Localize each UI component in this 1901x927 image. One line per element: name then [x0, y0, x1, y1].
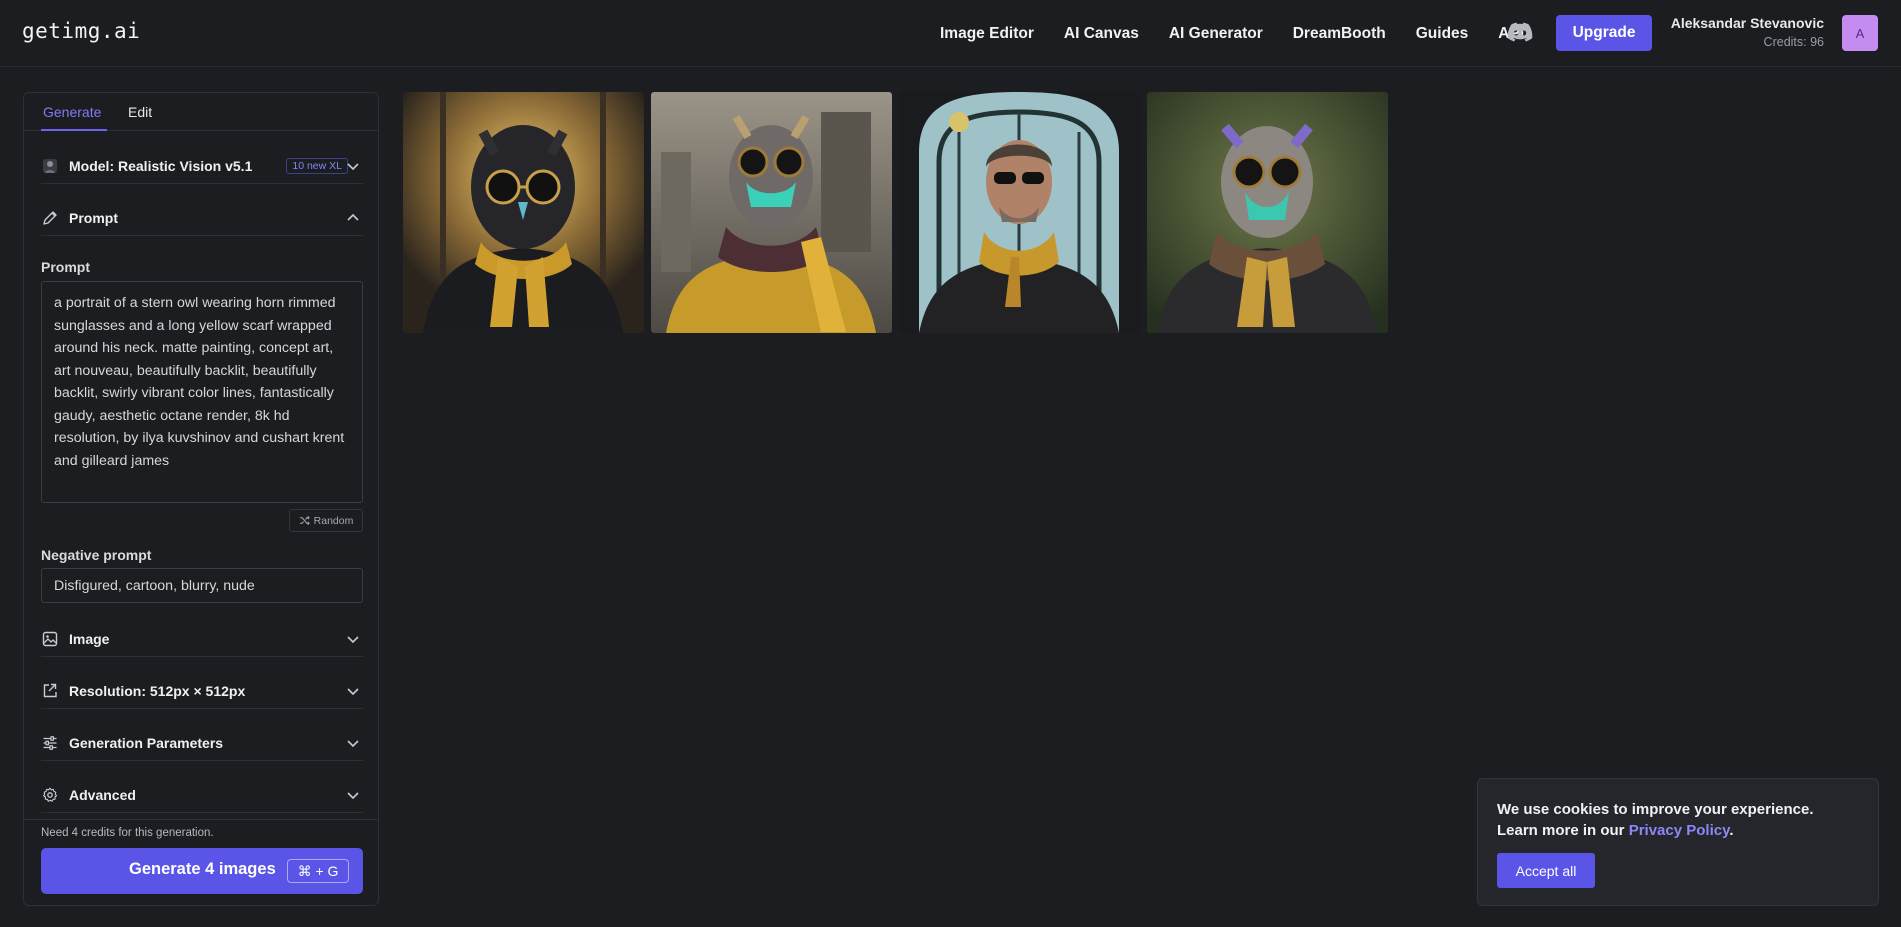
new-models-badge: 10 new XL [286, 157, 348, 174]
tab-edit[interactable]: Edit [128, 104, 152, 120]
prompt-label: Prompt [41, 259, 90, 275]
image-icon [41, 630, 59, 648]
model-label: Model: Realistic Vision v5.1 [69, 157, 253, 174]
generation-params-header[interactable]: Generation Parameters [41, 725, 363, 761]
prompt-textarea[interactable]: a portrait of a stern owl wearing horn r… [41, 281, 363, 503]
panel-tabs: Generate Edit [24, 93, 378, 131]
generated-image-2[interactable] [651, 92, 892, 333]
generated-image-3[interactable] [899, 92, 1140, 333]
tab-generate[interactable]: Generate [40, 104, 108, 131]
chevron-down-icon [347, 636, 359, 644]
nav-image-editor[interactable]: Image Editor [940, 25, 1034, 43]
image-section-title: Image [69, 630, 110, 647]
chevron-down-icon [347, 163, 359, 171]
nav-dreambooth[interactable]: DreamBooth [1293, 25, 1386, 43]
random-label: Random [313, 514, 354, 527]
chevron-down-icon [347, 688, 359, 696]
cookie-text-end: . [1729, 822, 1734, 839]
generate-button[interactable]: Generate 4 images ⌘ + G [41, 848, 363, 894]
cookie-banner: We use cookies to improve your experienc… [1477, 778, 1879, 906]
nav-ai-generator[interactable]: AI Generator [1169, 25, 1263, 43]
main-nav: Image Editor AI Canvas AI Generator Drea… [940, 0, 1554, 67]
privacy-policy-link[interactable]: Privacy Policy [1629, 822, 1730, 839]
pencil-icon [41, 209, 59, 227]
generated-image-4[interactable] [1147, 92, 1388, 333]
generation-params-title: Generation Parameters [69, 734, 224, 751]
discord-icon[interactable] [1507, 22, 1533, 44]
prompt-section-title: Prompt [69, 209, 118, 226]
advanced-section-title: Advanced [69, 786, 136, 803]
accept-cookies-button[interactable]: Accept all [1497, 853, 1595, 888]
generation-panel: Generate Edit Model: Realistic Vision v5… [23, 92, 379, 906]
model-thumbnail-icon [41, 157, 59, 175]
logo[interactable]: getimg.ai [22, 19, 140, 43]
resolution-section-title: Resolution: 512px × 512px [69, 682, 246, 699]
random-prompt-button[interactable]: Random [289, 509, 363, 532]
resize-icon [41, 682, 59, 700]
resolution-section-header[interactable]: Resolution: 512px × 512px [41, 673, 363, 709]
prompt-section-header[interactable]: Prompt [41, 200, 363, 236]
model-selector[interactable]: Model: Realistic Vision v5.1 10 new XL [41, 148, 363, 184]
sliders-icon [41, 734, 59, 752]
negative-prompt-label: Negative prompt [41, 547, 152, 563]
chevron-down-icon [347, 792, 359, 800]
gear-icon [41, 786, 59, 804]
cookie-message: We use cookies to improve your experienc… [1497, 799, 1857, 841]
upgrade-button[interactable]: Upgrade [1556, 15, 1652, 51]
negative-prompt-input[interactable]: Disfigured, cartoon, blurry, nude [41, 568, 363, 603]
chevron-down-icon [347, 740, 359, 748]
nav-ai-canvas[interactable]: AI Canvas [1064, 25, 1139, 43]
keyboard-shortcut: ⌘ + G [287, 859, 349, 883]
user-info[interactable]: Aleksandar Stevanovic Credits: 96 [1671, 15, 1824, 49]
advanced-section-header[interactable]: Advanced [41, 777, 363, 813]
credits-count: Credits: 96 [1763, 35, 1824, 49]
top-navbar: getimg.ai Image Editor AI Canvas AI Gene… [0, 0, 1901, 67]
generated-images-grid [403, 92, 1388, 333]
generate-label: Generate 4 images [129, 860, 276, 878]
shuffle-icon [299, 516, 310, 525]
user-name: Aleksandar Stevanovic [1670, 15, 1824, 31]
generated-image-1[interactable] [403, 92, 644, 333]
footer-divider [24, 819, 378, 820]
image-section-header[interactable]: Image [41, 621, 363, 657]
credits-required-note: Need 4 credits for this generation. [41, 827, 214, 839]
avatar[interactable]: A [1842, 15, 1878, 51]
chevron-up-icon [347, 213, 359, 221]
nav-guides[interactable]: Guides [1416, 25, 1469, 43]
